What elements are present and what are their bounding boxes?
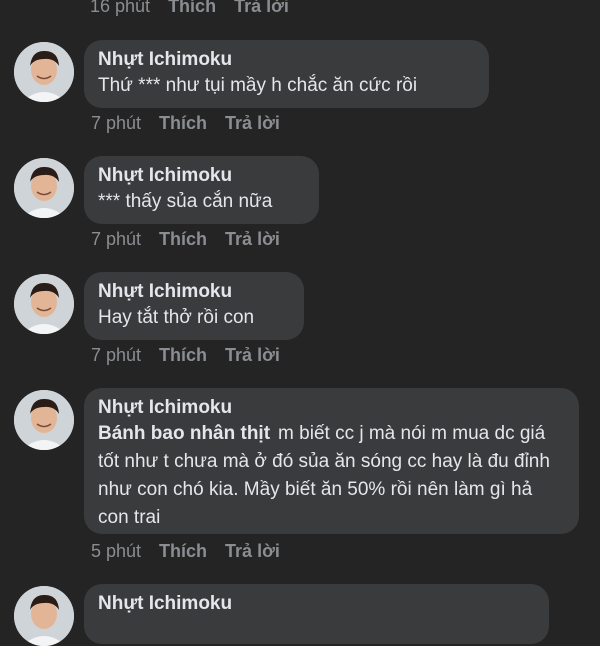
- reply-button[interactable]: Trả lời: [225, 112, 280, 134]
- comment-author[interactable]: Nhựt Ichimoku: [98, 280, 290, 304]
- comment-time: 5 phút: [91, 541, 142, 561]
- like-button[interactable]: Thích: [159, 112, 207, 134]
- comment-bubble: Nhựt Ichimoku: [84, 584, 549, 644]
- comment-bubble: Nhựt Ichimoku *** thấy sủa cắn nữa: [84, 156, 319, 224]
- comment-meta: 5 phút Thích Trả lời: [91, 540, 280, 562]
- comment-time: 7 phút: [91, 113, 142, 133]
- comment-time: 16 phút: [90, 0, 151, 16]
- like-button[interactable]: Thích: [159, 344, 207, 366]
- comment-text: Bánh bao nhân thịt m biết cc j mà nói m m…: [98, 420, 565, 532]
- comment-time: 7 phút: [91, 229, 142, 249]
- avatar[interactable]: [14, 390, 74, 450]
- avatar[interactable]: [14, 42, 74, 102]
- comment-author[interactable]: Nhựt Ichimoku: [98, 396, 565, 420]
- comment-bubble: Nhựt Ichimoku Bánh bao nhân thịt m biết c…: [84, 388, 579, 534]
- mention-link[interactable]: Bánh bao nhân thịt: [98, 423, 270, 444]
- comment-author[interactable]: Nhựt Ichimoku: [98, 48, 475, 72]
- comment-meta: 7 phút Thích Trả lời: [91, 112, 280, 134]
- reply-button[interactable]: Trả lời: [225, 228, 280, 250]
- like-button[interactable]: Thích: [159, 540, 207, 562]
- comment-text: Hay tắt thở rồi con: [98, 307, 255, 328]
- avatar[interactable]: [14, 586, 74, 646]
- comment-bubble: Nhựt Ichimoku Hay tắt thở rồi con: [84, 272, 304, 340]
- comment-meta: 7 phút Thích Trả lời: [91, 228, 280, 250]
- reply-button[interactable]: Trả lời: [225, 540, 280, 562]
- comment-meta: 7 phút Thích Trả lời: [91, 344, 280, 366]
- avatar[interactable]: [14, 158, 74, 218]
- like-button[interactable]: Thích: [168, 0, 216, 17]
- avatar[interactable]: [14, 274, 74, 334]
- comment-bubble: Nhựt Ichimoku Thứ *** như tụi mầy h chắc…: [84, 40, 489, 108]
- reply-button[interactable]: Trả lời: [234, 0, 289, 17]
- comment-text: *** thấy sủa cắn nữa: [98, 191, 273, 212]
- comment-time: 7 phút: [91, 345, 142, 365]
- reply-button[interactable]: Trả lời: [225, 344, 280, 366]
- comment-text: Thứ *** như tụi mầy h chắc ăn cức rồi: [98, 75, 418, 96]
- comment-author[interactable]: Nhựt Ichimoku: [98, 164, 305, 188]
- comment-author[interactable]: Nhựt Ichimoku: [98, 592, 535, 616]
- previous-comment-meta: 16 phút Thích Trả lời: [90, 0, 289, 17]
- like-button[interactable]: Thích: [159, 228, 207, 250]
